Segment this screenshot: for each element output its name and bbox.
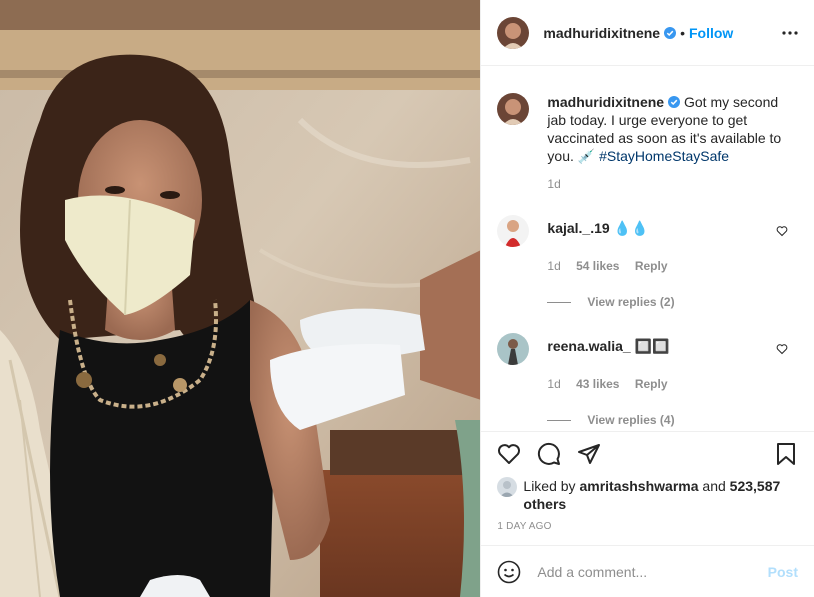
author-username[interactable]: madhuridixitnene: [543, 25, 660, 41]
like-comment-heart-icon[interactable]: [776, 225, 788, 237]
post-actions-bar: [481, 431, 814, 481]
comment-text-block: kajal._.19 💧💧: [547, 219, 648, 247]
post-comment-button[interactable]: Post: [768, 564, 798, 580]
view-replies-button[interactable]: View replies (2): [547, 295, 814, 309]
liked-by-prefix: Liked by: [523, 478, 580, 494]
liked-by-and: and: [698, 478, 730, 494]
caption-time: 1d: [547, 177, 561, 191]
liked-by: Liked by amritashshwarma and 523,587 oth…: [497, 477, 798, 513]
caption-hashtag[interactable]: #StayHomeStaySafe: [599, 148, 729, 164]
comment-reply-button[interactable]: Reply: [635, 259, 668, 273]
comments-list[interactable]: madhuridixitnene Got my second jab today…: [481, 66, 814, 430]
caption-username[interactable]: madhuridixitnene: [547, 94, 664, 110]
comment-likes[interactable]: 43 likes: [576, 377, 619, 391]
post-header: madhuridixitnene • Follow: [481, 0, 814, 66]
share-paper-plane-icon[interactable]: [577, 442, 601, 466]
view-replies-label: View replies (2): [587, 295, 675, 309]
view-replies-line: [547, 301, 572, 303]
view-replies-label: View replies (4): [587, 413, 675, 427]
caption-avatar[interactable]: [497, 93, 530, 125]
comment-meta: 1d 54 likes Reply: [547, 259, 814, 273]
view-replies-line: [547, 419, 572, 421]
comment-text-block: reena.walia_ 🔲🔲: [547, 337, 669, 365]
comment-text: 💧💧: [613, 220, 649, 236]
liker-avatar-image: [497, 477, 518, 497]
save-bookmark-icon[interactable]: [774, 442, 798, 466]
comment-avatar-image: [497, 333, 530, 365]
caption-avatar-image: [497, 93, 530, 125]
comment-time: 1d: [547, 377, 561, 391]
view-replies-button[interactable]: View replies (4): [547, 413, 814, 427]
author-avatar-image: [497, 16, 530, 49]
comment-likes[interactable]: 54 likes: [576, 259, 619, 273]
comment-meta: 1d 43 likes Reply: [547, 377, 814, 391]
verified-badge-icon: [668, 96, 681, 108]
emoji-smiley-icon[interactable]: [497, 560, 521, 584]
comment-bubble-icon[interactable]: [537, 442, 561, 466]
caption-text-block: madhuridixitnene Got my second jab today…: [547, 93, 798, 165]
comment-time: 1d: [547, 259, 561, 273]
follow-button[interactable]: Follow: [689, 25, 733, 41]
comment-item: reena.walia_ 🔲🔲: [481, 333, 814, 365]
comment-username[interactable]: kajal._.19: [547, 220, 609, 236]
post-photo[interactable]: [0, 0, 481, 597]
liked-by-text: Liked by amritashshwarma and 523,587 oth…: [523, 477, 798, 513]
liked-by-user[interactable]: amritashshwarma: [579, 478, 698, 494]
liker-avatar[interactable]: [497, 477, 518, 497]
comment-item: kajal._.19 💧💧: [481, 215, 814, 247]
like-comment-heart-icon[interactable]: [776, 343, 788, 355]
more-options-icon[interactable]: [782, 30, 798, 35]
post-age[interactable]: 1 DAY AGO: [497, 521, 551, 532]
post-photo-illustration: [0, 0, 481, 597]
comment-avatar[interactable]: [497, 215, 530, 247]
comment-reply-button[interactable]: Reply: [635, 377, 668, 391]
author-avatar[interactable]: [497, 16, 530, 49]
comment-avatar-image: [497, 215, 530, 247]
like-heart-icon[interactable]: [497, 442, 521, 466]
comment-text: 🔲🔲: [634, 338, 670, 354]
add-comment-input[interactable]: [535, 562, 768, 581]
comment-username[interactable]: reena.walia_: [547, 338, 630, 354]
add-comment-bar: Post: [481, 545, 814, 597]
verified-badge-icon: [664, 26, 677, 39]
post-details-panel: madhuridixitnene • Follow madhuridixitne…: [480, 0, 814, 597]
instagram-post: madhuridixitnene • Follow madhuridixitne…: [0, 0, 814, 597]
comment-avatar[interactable]: [497, 333, 530, 365]
header-separator: •: [680, 24, 685, 41]
caption: madhuridixitnene Got my second jab today…: [481, 66, 814, 165]
